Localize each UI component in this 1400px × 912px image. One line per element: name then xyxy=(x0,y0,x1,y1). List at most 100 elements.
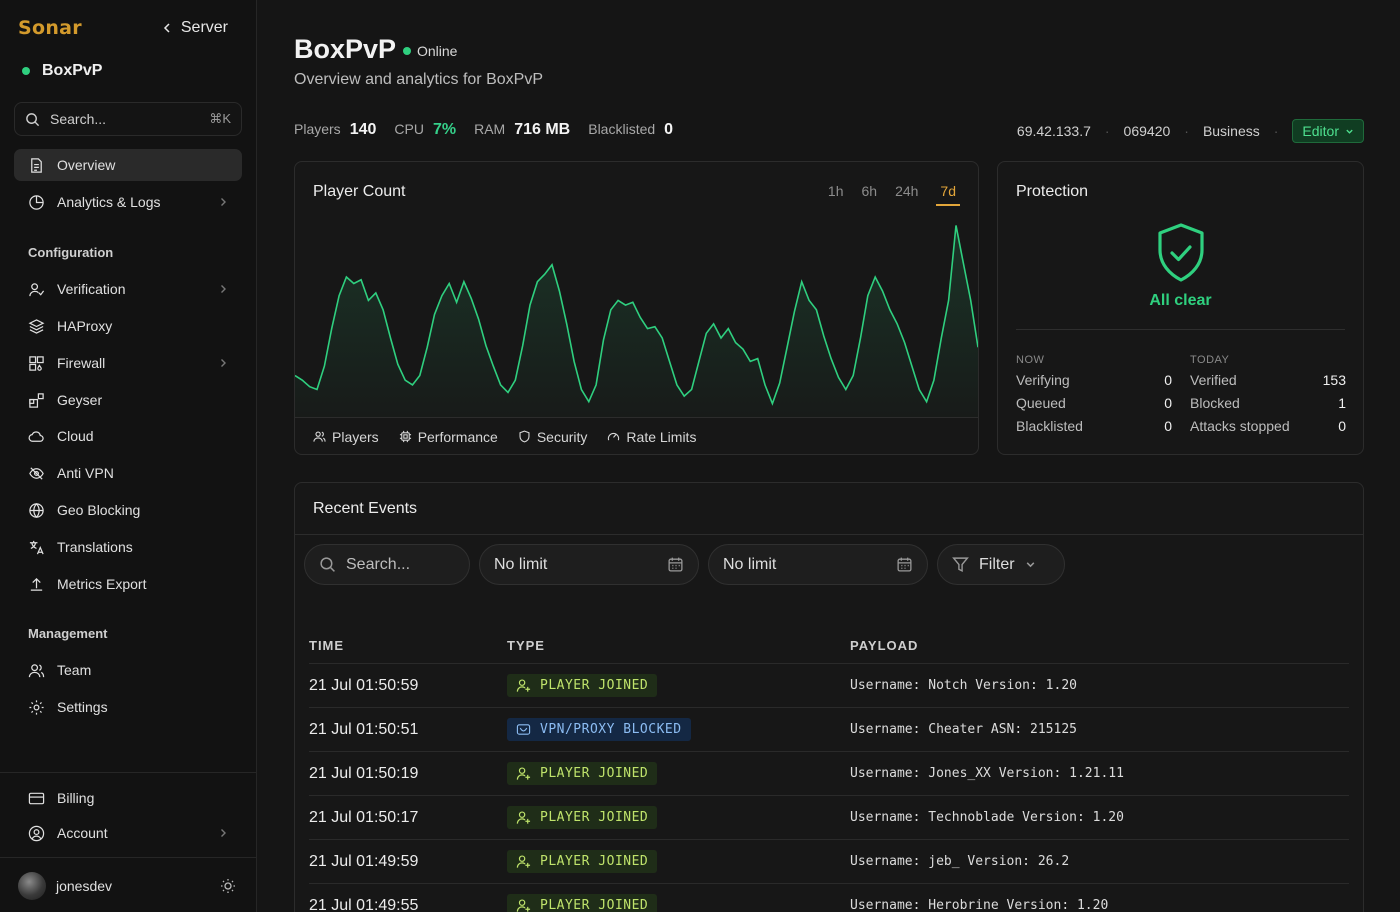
now-heading: NOW xyxy=(1016,354,1045,366)
tab-players[interactable]: Players xyxy=(313,429,379,445)
event-type-label: PLAYER JOINED xyxy=(540,678,649,693)
section-management: Management xyxy=(28,626,108,641)
sidebar-item-account[interactable]: Account xyxy=(14,817,242,849)
column-header-payload[interactable]: PAYLOAD xyxy=(850,638,918,653)
event-type-badge: PLAYER JOINED xyxy=(507,674,658,697)
role-dropdown[interactable]: Editor xyxy=(1292,119,1364,143)
event-time: 21 Jul 01:50:51 xyxy=(309,721,419,738)
sidebar-item-billing[interactable]: Billing xyxy=(14,782,242,814)
status-text: Online xyxy=(417,43,458,59)
filter-icon xyxy=(952,557,969,572)
column-header-time[interactable]: TIME xyxy=(309,638,344,653)
table-row[interactable]: 21 Jul 01:49:59 PLAYER JOINED Username: je… xyxy=(309,839,1349,883)
event-time: 21 Jul 01:50:19 xyxy=(309,765,419,782)
recent-events-title: Recent Events xyxy=(313,500,418,517)
server-ip[interactable]: 69.42.133.7 xyxy=(1017,123,1091,139)
user-plus-icon xyxy=(516,678,531,693)
all-clear-label: All clear xyxy=(1149,292,1212,309)
avatar xyxy=(18,872,46,900)
firewall-icon xyxy=(29,355,44,371)
table-row[interactable]: 21 Jul 01:49:55 PLAYER JOINED Username: He… xyxy=(309,883,1349,912)
stat-label: Players xyxy=(294,121,341,137)
table-row[interactable]: 21 Jul 01:50:19 PLAYER JOINED Username: Jo… xyxy=(309,751,1349,795)
table-row[interactable]: 21 Jul 01:50:51 VPN/PROXY BLOCKED Username… xyxy=(309,707,1349,751)
date-to-value: No limit xyxy=(723,555,777,573)
table-row[interactable]: 21 Jul 01:50:17 PLAYER JOINED Username: Te… xyxy=(309,795,1349,839)
sidebar-item-metrics-export[interactable]: Metrics Export xyxy=(14,568,242,600)
sidebar-item-cloud[interactable]: Cloud xyxy=(14,420,242,452)
chart-area-fill xyxy=(295,225,978,417)
sidebar-item-label: Anti VPN xyxy=(57,465,114,481)
sidebar-item-label: Geo Blocking xyxy=(57,502,141,518)
user-plus-icon xyxy=(516,810,531,825)
tab-security[interactable]: Security xyxy=(518,429,587,445)
event-type-label: PLAYER JOINED xyxy=(540,766,649,781)
stat-cpu: CPU 7% xyxy=(394,121,456,139)
stats-bar: Players 140 CPU 7% RAM 716 MB Blacklisted 0 xyxy=(294,121,673,139)
page-subtitle: Overview and analytics for BoxPvP xyxy=(294,71,543,88)
sidebar-item-haproxy[interactable]: HAProxy xyxy=(14,310,242,342)
events-divider xyxy=(295,534,1363,535)
server-id[interactable]: 069420 xyxy=(1124,123,1171,139)
today-row: Attacks stopped 0 xyxy=(1190,418,1346,441)
filter-label: Filter xyxy=(979,555,1015,573)
range-1h[interactable]: 1h xyxy=(828,183,844,206)
calendar-icon xyxy=(897,557,912,572)
row-value: 1 xyxy=(1338,395,1346,411)
tab-rate-limits[interactable]: Rate Limits xyxy=(607,429,696,445)
search-shortcut: ⌘K xyxy=(209,111,231,126)
sidebar-item-settings[interactable]: Settings xyxy=(14,691,242,723)
back-to-server-link[interactable]: Server xyxy=(161,19,228,37)
event-type-badge: PLAYER JOINED xyxy=(507,850,658,873)
row-value: 0 xyxy=(1164,395,1172,411)
stat-label: RAM xyxy=(474,121,506,137)
tab-label: Players xyxy=(332,428,379,445)
event-payload: Username: Jones_XX Version: 1.21.11 xyxy=(850,766,1124,781)
now-row: Queued 0 xyxy=(1016,395,1172,418)
sidebar-item-anti-vpn[interactable]: Anti VPN xyxy=(14,457,242,489)
sidebar-item-label: Account xyxy=(57,825,108,841)
user-menu[interactable]: jonesdev xyxy=(18,870,236,902)
player-count-card: Player Count 1h 6h 24h 7d Players Perfor… xyxy=(294,161,979,455)
brand-row: Sonar Server xyxy=(18,16,228,40)
stat-ram: RAM 716 MB xyxy=(474,121,570,139)
chevron-down-icon xyxy=(1346,129,1353,134)
row-value: 0 xyxy=(1338,418,1346,434)
event-payload: Username: Cheater ASN: 215125 xyxy=(850,722,1077,737)
range-6h[interactable]: 6h xyxy=(861,183,877,206)
sidebar-item-overview[interactable]: Overview xyxy=(14,149,242,181)
username: jonesdev xyxy=(56,878,113,894)
sidebar-item-label: Verification xyxy=(57,281,126,297)
sidebar-item-team[interactable]: Team xyxy=(14,654,242,686)
now-row: Verifying 0 xyxy=(1016,372,1172,395)
row-value: 153 xyxy=(1322,372,1346,388)
sidebar-item-geyser[interactable]: Geyser xyxy=(14,384,242,416)
sidebar-item-analytics[interactable]: Analytics & Logs xyxy=(14,186,242,218)
sidebar-item-translations[interactable]: Translations xyxy=(14,531,242,563)
range-24h[interactable]: 24h xyxy=(895,183,918,206)
server-selector[interactable]: BoxPvP xyxy=(22,62,102,80)
sun-icon[interactable] xyxy=(220,878,236,894)
shield-check-icon xyxy=(1157,223,1204,282)
sidebar-item-firewall[interactable]: Firewall xyxy=(14,347,242,379)
player-count-chart xyxy=(295,212,978,417)
tab-performance[interactable]: Performance xyxy=(399,429,498,445)
table-row[interactable]: 21 Jul 01:50:59 PLAYER JOINED Username: No… xyxy=(309,663,1349,707)
event-type-badge: PLAYER JOINED xyxy=(507,762,658,785)
events-search-input[interactable]: Search... xyxy=(304,544,470,585)
chevron-down-icon xyxy=(1026,562,1034,568)
filter-dropdown[interactable]: Filter xyxy=(937,544,1065,585)
range-7d[interactable]: 7d xyxy=(936,183,960,206)
user-circle-icon xyxy=(28,825,45,841)
row-label: Verifying xyxy=(1016,372,1070,388)
sidebar-search[interactable]: Search... ⌘K xyxy=(14,102,242,136)
date-from-picker[interactable]: No limit xyxy=(479,544,699,585)
date-to-picker[interactable]: No limit xyxy=(708,544,928,585)
brand-logo[interactable]: Sonar xyxy=(18,17,82,39)
user-plus-icon xyxy=(516,766,531,781)
event-time: 21 Jul 01:49:59 xyxy=(309,853,419,870)
column-header-type[interactable]: TYPE xyxy=(507,638,545,653)
sidebar-item-geo-blocking[interactable]: Geo Blocking xyxy=(14,494,242,526)
shield-icon xyxy=(519,430,530,443)
sidebar-item-verification[interactable]: Verification xyxy=(14,273,242,305)
